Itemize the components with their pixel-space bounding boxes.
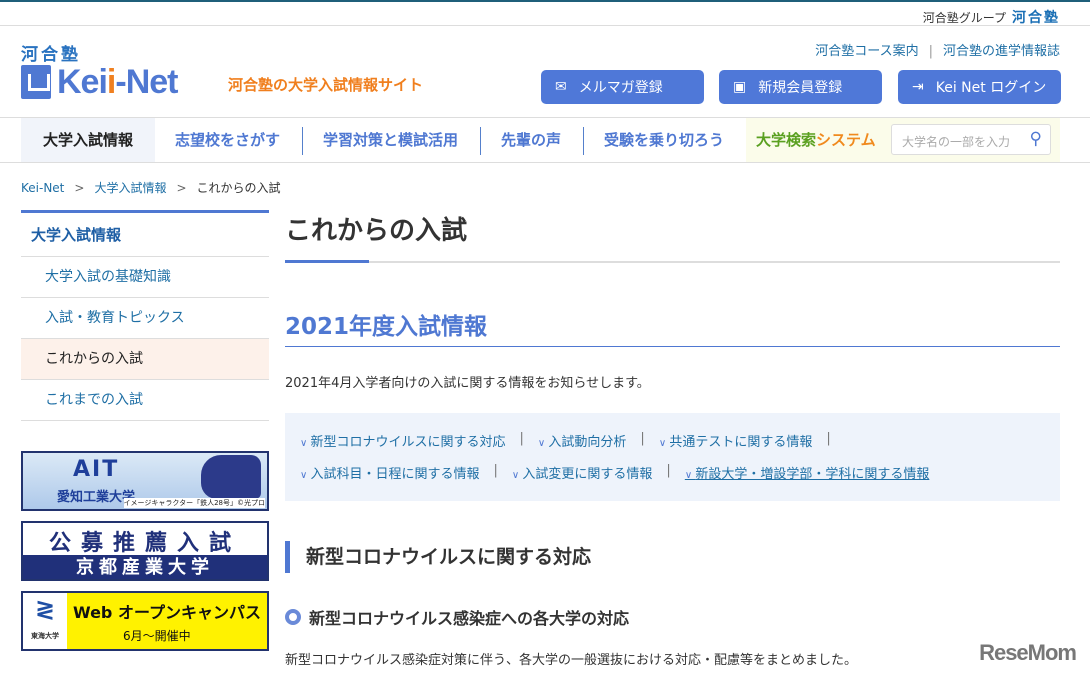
divider xyxy=(302,127,303,155)
logo-kei: Kei xyxy=(57,62,108,101)
magazine-link[interactable]: 河合塾の進学情報誌 xyxy=(943,44,1060,59)
section-title: 2021年度入試情報 xyxy=(285,314,488,340)
nav-exam-info[interactable]: 大学入試情報 xyxy=(21,118,155,162)
book-icon xyxy=(21,65,51,99)
kyoto-sangyo-banner[interactable]: 公募推薦入試 京都産業大学 xyxy=(21,521,269,581)
covid-text: 新型コロナウイルス感染症対策に伴う、各大学の一般選抜における対応・配慮等をまとめ… xyxy=(285,653,858,668)
banner-title: Web オープンキャンパス xyxy=(73,603,261,622)
subheading-text: 新型コロナウイルス感染症への各大学の対応 xyxy=(309,609,630,628)
login-button[interactable]: ⇥ Kei Net ログイン xyxy=(898,70,1061,104)
university-search: 大学検索システム 大学名の一部を入力 ⚲ xyxy=(746,118,1060,162)
label-b: システム xyxy=(816,131,876,149)
button-label: Kei Net ログイン xyxy=(935,80,1047,96)
header-links: 河合塾コース案内 | 河合塾の進学情報誌 xyxy=(815,40,1060,59)
nav-study[interactable]: 学習対策と模試活用 xyxy=(323,118,458,162)
logo-text: Keii-Net xyxy=(57,62,178,102)
chevron-right-icon: > xyxy=(74,181,85,195)
search-icon[interactable]: ⚲ xyxy=(1030,129,1042,149)
covid-heading: 新型コロナウイルスに関する対応 xyxy=(285,541,591,573)
banner-title: AIT xyxy=(73,457,120,482)
anchor-changes[interactable]: 入試変更に関する情報 xyxy=(512,463,652,482)
button-label: 新規会員登録 xyxy=(758,80,843,96)
breadcrumb: Kei-Net > 大学入試情報 > これからの入試 xyxy=(21,179,281,196)
page-title: これからの入試 xyxy=(285,216,468,246)
university-search-input[interactable]: 大学名の一部を入力 ⚲ xyxy=(891,124,1051,155)
main-nav: 大学入試情報 志望校をさがす 学習対策と模試活用 先輩の声 受験を乗り切ろう 大… xyxy=(0,117,1090,163)
top-bar: 河合塾グループ 河合塾 xyxy=(0,0,1090,26)
register-button[interactable]: ▣ 新規会員登録 xyxy=(719,70,882,104)
divider: | xyxy=(519,431,524,446)
group-label: 河合塾グループ xyxy=(922,11,1006,25)
banner-name: 京都産業大学 xyxy=(23,555,267,579)
kawaijuku-logo[interactable]: 河合塾 xyxy=(21,40,81,65)
sidebar-item-upcoming[interactable]: これからの入試 xyxy=(21,339,269,380)
anchor-row: 入試科目・日程に関する情報 | 入試変更に関する情報 | 新設大学・増設学部・学科に… xyxy=(300,463,930,482)
divider: | xyxy=(928,44,933,59)
banner-sub: 6月〜開催中 xyxy=(123,629,191,643)
divider xyxy=(480,127,481,155)
nav-find-school[interactable]: 志望校をさがす xyxy=(175,118,280,162)
anchor-subjects[interactable]: 入試科目・日程に関する情報 xyxy=(300,463,480,482)
nav-senpai[interactable]: 先輩の声 xyxy=(501,118,561,162)
tokai-banner[interactable]: ≷ 東海大学 Web オープンキャンパス 6月〜開催中 xyxy=(21,591,269,651)
divider: | xyxy=(493,463,498,478)
anchor-common-test[interactable]: 共通テストに関する情報 xyxy=(659,431,812,450)
newsletter-button[interactable]: ✉ メルマガ登録 xyxy=(541,70,704,104)
covid-subheading: 新型コロナウイルス感染症への各大学の対応 xyxy=(285,605,629,629)
label-a: 大学検索 xyxy=(756,131,817,149)
login-icon: ⇥ xyxy=(912,79,924,95)
breadcrumb-exam-info[interactable]: 大学入試情報 xyxy=(94,181,166,195)
course-guide-link[interactable]: 河合塾コース案内 xyxy=(815,44,918,59)
anchor-row: 新型コロナウイルスに関する対応 | 入試動向分析 | 共通テストに関する情報 | xyxy=(300,431,845,450)
banner-credit: イメージキャラクター「鉄人28号」©光プロ xyxy=(123,498,265,508)
divider: | xyxy=(826,431,831,446)
banner-title: 公募推薦入試 xyxy=(48,531,241,556)
tokai-logo: ≷ 東海大学 xyxy=(23,593,67,649)
search-placeholder: 大学名の一部を入力 xyxy=(902,135,1011,149)
sidebar-item-past[interactable]: これまでの入試 xyxy=(21,380,269,421)
mail-icon: ✉ xyxy=(555,79,567,95)
divider: | xyxy=(640,431,645,446)
divider xyxy=(583,127,584,155)
site-tagline: 河合塾の大学入試情報サイト xyxy=(228,76,424,94)
button-label: メルマガ登録 xyxy=(578,80,663,96)
sidebar-item-basics[interactable]: 大学入試の基礎知識 xyxy=(21,257,269,298)
breadcrumb-current: これからの入試 xyxy=(196,181,281,195)
circle-bullet-icon xyxy=(285,609,301,625)
intro-text: 2021年4月入学者向けの入試に関する情報をお知らせします。 xyxy=(285,376,650,391)
group-link[interactable]: 河合塾グループ 河合塾 xyxy=(923,7,1060,27)
anchor-new-universities[interactable]: 新設大学・増設学部・学科に関する情報 xyxy=(685,463,929,482)
nav-exam-tips[interactable]: 受験を乗り切ろう xyxy=(604,118,724,162)
logo-text: 東海大学 xyxy=(31,632,59,640)
robot-image xyxy=(201,455,261,499)
title-underline xyxy=(285,260,1060,263)
anchor-covid[interactable]: 新型コロナウイルスに関する対応 xyxy=(300,431,506,450)
logo-net: -Net xyxy=(115,62,178,101)
keinet-logo[interactable]: Keii-Net xyxy=(21,62,178,102)
ait-banner[interactable]: AIT 愛知工業大学 イメージキャラクター「鉄人28号」©光プロ xyxy=(21,451,269,511)
anchor-trends[interactable]: 入試動向分析 xyxy=(538,431,626,450)
anchor-links-box: 新型コロナウイルスに関する対応 | 入試動向分析 | 共通テストに関する情報 | 入試… xyxy=(285,413,1060,501)
kawaijuku-group-logo: 河合塾 xyxy=(1012,10,1060,26)
divider: | xyxy=(666,463,671,478)
user-icon: ▣ xyxy=(733,79,747,95)
section-underline xyxy=(285,346,1060,347)
resemom-watermark: ReseMom xyxy=(979,640,1077,665)
sidebar-heading[interactable]: 大学入試情報 xyxy=(21,213,269,257)
search-system-label[interactable]: 大学検索システム xyxy=(756,118,876,162)
chevron-right-icon: > xyxy=(176,181,187,195)
breadcrumb-home[interactable]: Kei-Net xyxy=(21,181,64,195)
sidebar: 大学入試情報 大学入試の基礎知識 入試・教育トピックス これからの入試 これまで… xyxy=(21,210,269,421)
sidebar-item-topics[interactable]: 入試・教育トピックス xyxy=(21,298,269,339)
